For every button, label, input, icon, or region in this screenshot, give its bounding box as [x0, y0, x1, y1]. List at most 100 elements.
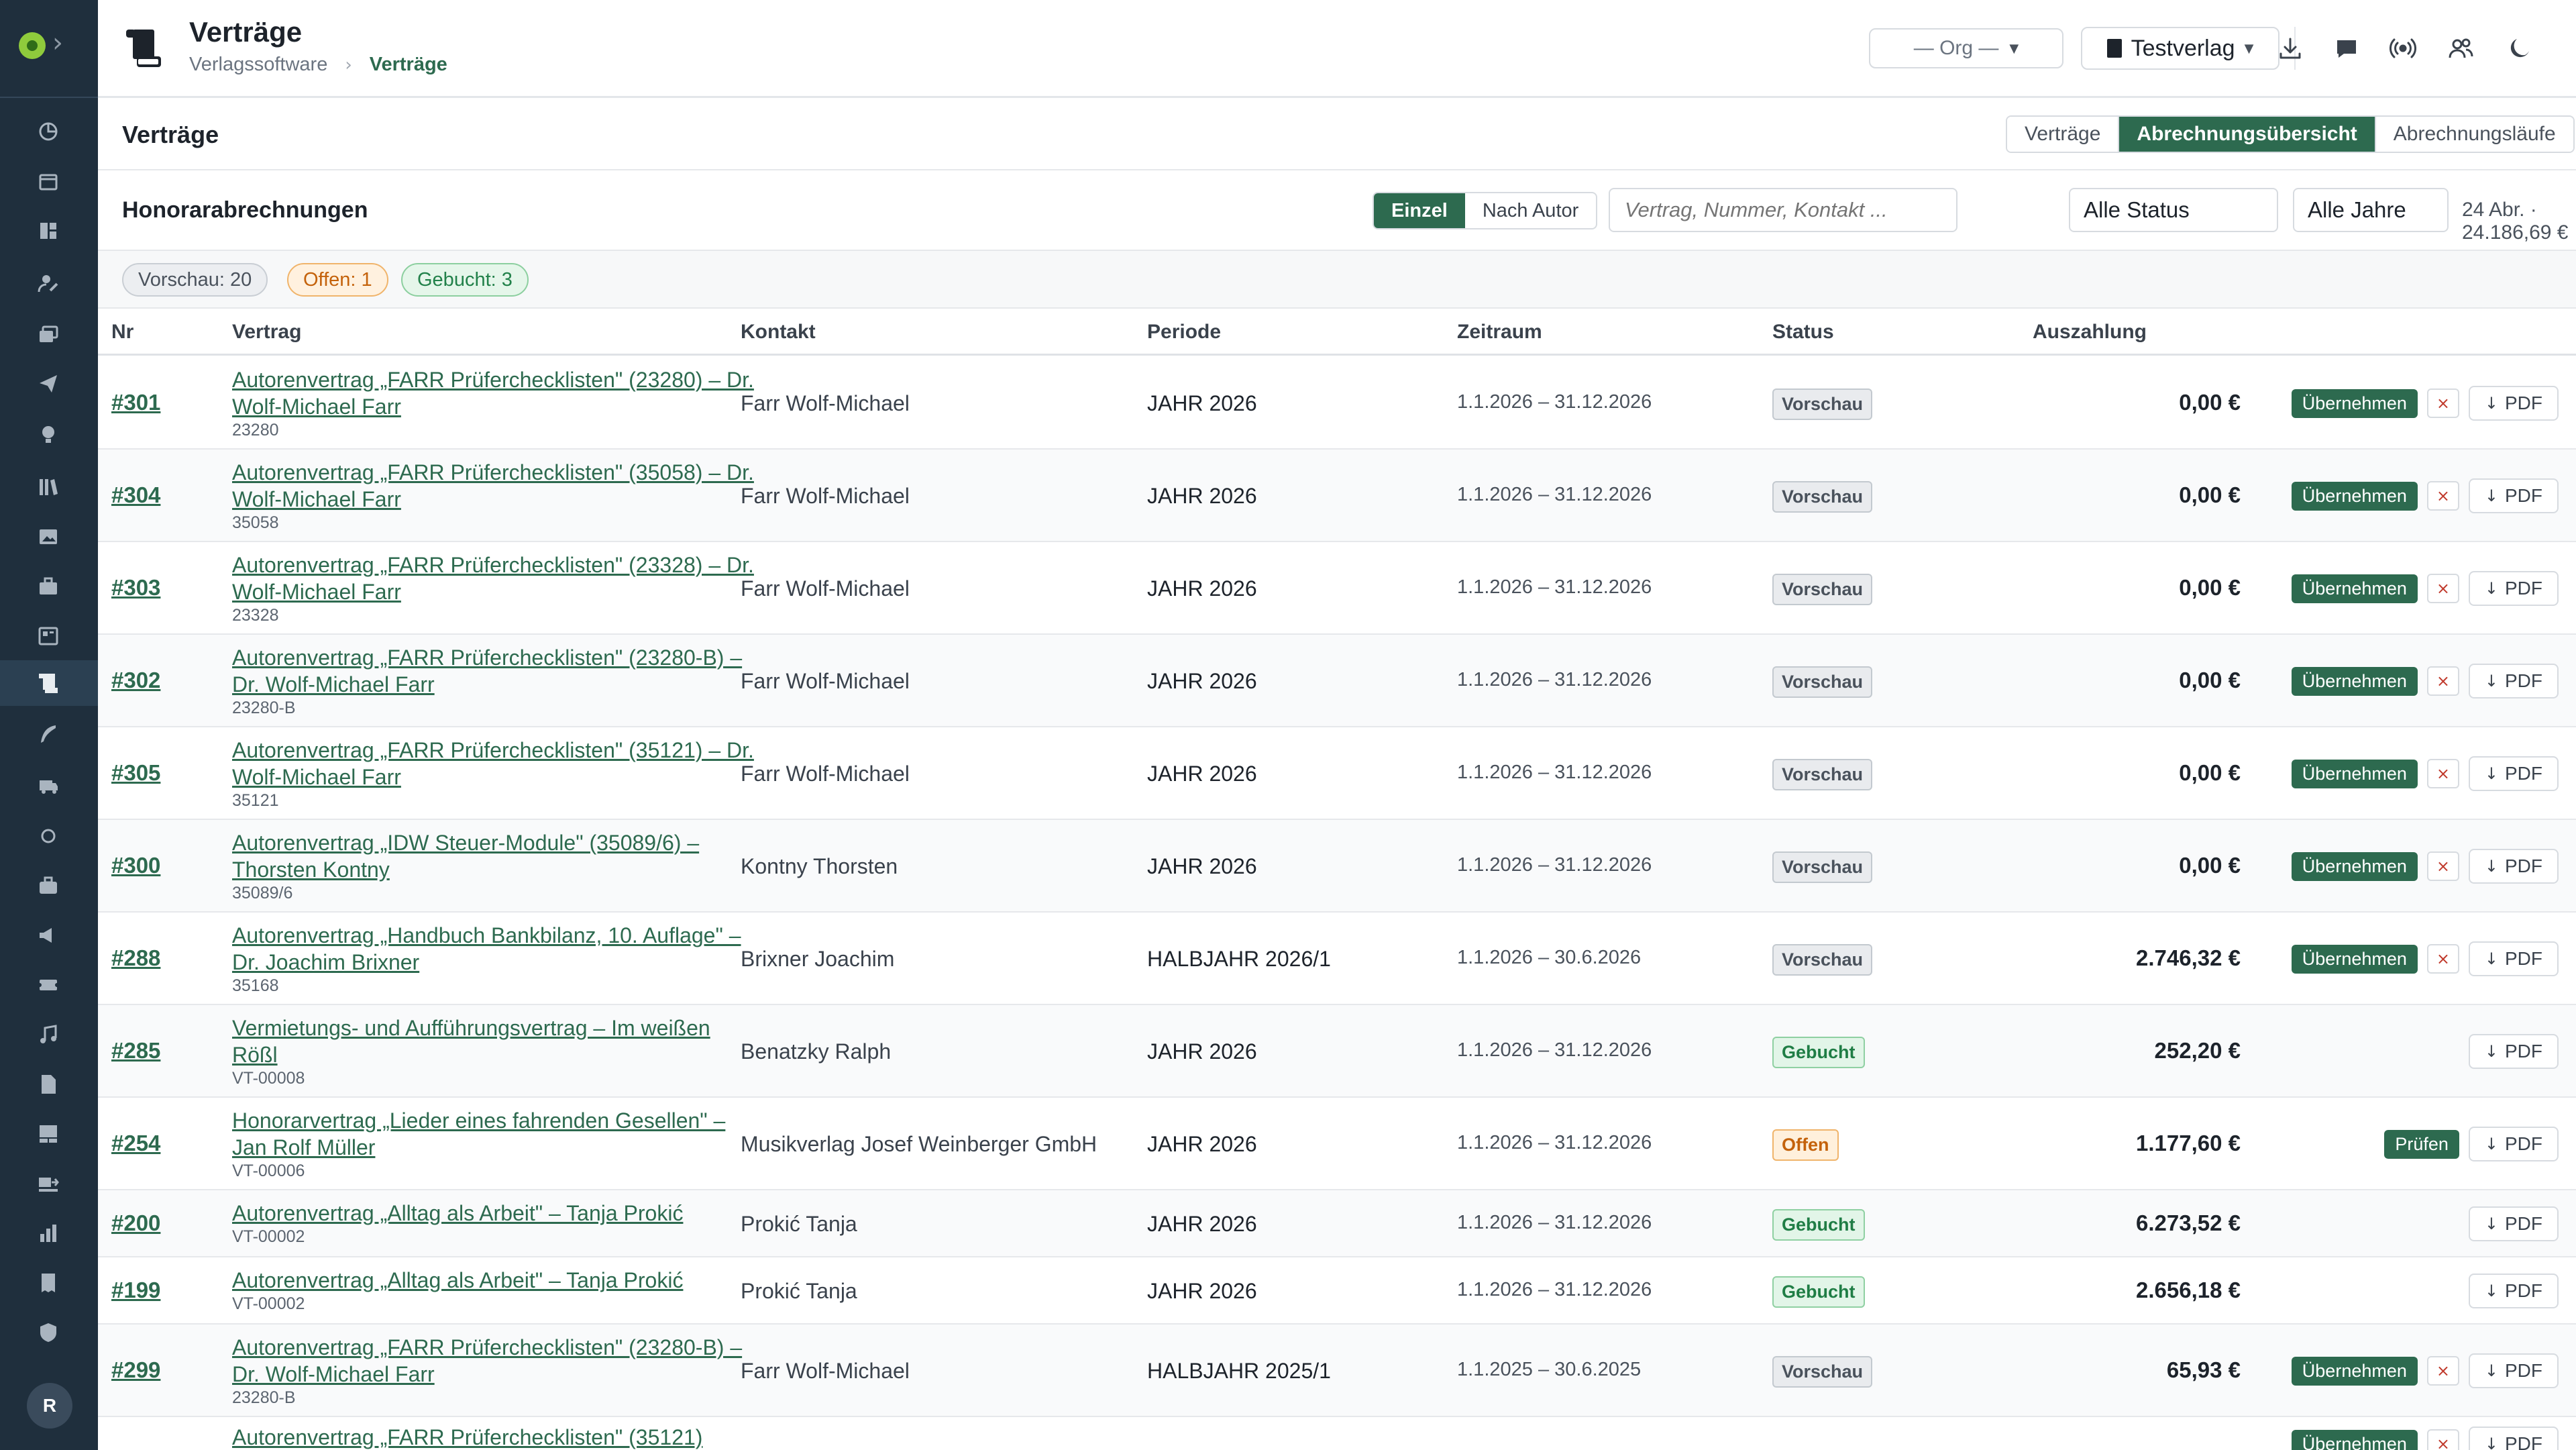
pie-chart-icon[interactable] — [35, 118, 62, 145]
users-icon[interactable] — [2446, 34, 2475, 63]
contract-link[interactable]: Autorenvertrag „FARR Prüferchecklisten" … — [232, 1424, 755, 1450]
board-icon[interactable] — [35, 623, 62, 650]
download-icon[interactable] — [2275, 34, 2305, 63]
image-icon[interactable] — [35, 523, 62, 550]
contract-link[interactable]: Autorenvertrag „IDW Steuer-Module" (3508… — [232, 829, 755, 883]
column-header-zeitraum[interactable]: Zeitraum — [1457, 321, 1542, 344]
table-row[interactable]: #200 Autorenvertrag „Alltag als Arbeit" –… — [98, 1190, 2576, 1257]
broadcast-icon[interactable] — [2388, 34, 2418, 63]
pdf-download-button[interactable]: ↓ PDF — [2468, 1353, 2559, 1388]
accept-button[interactable]: Übernehmen — [2291, 666, 2418, 696]
column-header-status[interactable]: Status — [1772, 321, 1834, 344]
delete-icon[interactable]: × — [2426, 944, 2459, 974]
contract-link[interactable]: Autorenvertrag „FARR Prüferchecklisten" … — [232, 366, 755, 420]
accept-button[interactable]: Übernehmen — [2291, 481, 2418, 511]
delete-icon[interactable]: × — [2426, 1429, 2459, 1450]
contract-link[interactable]: Autorenvertrag „FARR Prüferchecklisten" … — [232, 459, 755, 513]
contract-link[interactable]: Autorenvertrag „FARR Prüferchecklisten" … — [232, 552, 755, 605]
contract-number-link[interactable]: #288 — [111, 945, 160, 971]
moon-icon[interactable] — [2505, 34, 2534, 63]
accept-button[interactable]: Übernehmen — [2291, 389, 2418, 418]
breadcrumb-item-software[interactable]: Verlagssoftware — [189, 54, 327, 76]
column-header-vertrag[interactable]: Vertrag — [232, 321, 301, 344]
user-edit-icon[interactable] — [35, 270, 62, 297]
truck-loading-icon[interactable] — [35, 1170, 62, 1197]
column-header-periode[interactable]: Periode — [1147, 321, 1221, 344]
truck-icon[interactable] — [35, 772, 62, 798]
year-filter-select[interactable]: Alle Jahre — [2293, 188, 2449, 232]
contract-number-link[interactable]: #254 — [111, 1131, 160, 1156]
table-row[interactable]: #299 Autorenvertrag „FARR Prüferchecklist… — [98, 1325, 2576, 1417]
contract-number-link[interactable]: #299 — [111, 1357, 160, 1383]
pdf-download-button[interactable]: ↓ PDF — [2468, 941, 2559, 976]
pdf-download-button[interactable]: ↓ PDF — [2468, 1206, 2559, 1241]
contract-number-link[interactable]: #304 — [111, 482, 160, 508]
pill-open[interactable]: Offen: 1 — [287, 263, 388, 297]
accept-button[interactable]: Übernehmen — [2291, 574, 2418, 603]
delete-icon[interactable]: × — [2426, 851, 2459, 881]
column-header-nr[interactable]: Nr — [111, 321, 133, 344]
delete-icon[interactable]: × — [2426, 389, 2459, 418]
library-icon[interactable] — [35, 474, 62, 501]
receipt-icon[interactable] — [35, 1270, 62, 1296]
table-row[interactable]: Autorenvertrag „FARR Prüferchecklisten" … — [98, 1417, 2576, 1450]
check-button[interactable]: Prüfen — [2384, 1129, 2459, 1159]
chat-icon[interactable] — [2332, 34, 2361, 63]
tab-vertraege[interactable]: Verträge — [2007, 117, 2120, 152]
contract-number-link[interactable]: #199 — [111, 1278, 160, 1303]
contract-link[interactable]: Autorenvertrag „Alltag als Arbeit" – Tan… — [232, 1267, 755, 1294]
pdf-download-button[interactable]: ↓ PDF — [2468, 571, 2559, 606]
table-row[interactable]: #303 Autorenvertrag „FARR Prüferchecklist… — [98, 542, 2576, 635]
scroll-icon[interactable] — [35, 670, 62, 696]
tab-abrechnungsuebersicht[interactable]: Abrechnungsübersicht — [2119, 117, 2376, 152]
contract-link[interactable]: Honorarvertrag „Lieder eines fahrenden G… — [232, 1107, 755, 1161]
briefcase-icon[interactable] — [35, 573, 62, 600]
warehouse-icon[interactable] — [35, 1121, 62, 1147]
table-row[interactable]: #285 Vermietungs- und Aufführungsvertrag … — [98, 1005, 2576, 1098]
accept-button[interactable]: Übernehmen — [2291, 759, 2418, 788]
tab-abrechnungslaeufe[interactable]: Abrechnungsläufe — [2375, 117, 2573, 152]
pdf-download-button[interactable]: ↓ PDF — [2468, 1127, 2559, 1161]
pdf-download-button[interactable]: ↓ PDF — [2468, 1427, 2559, 1450]
contract-link[interactable]: Autorenvertrag „FARR Prüferchecklisten" … — [232, 737, 755, 790]
table-row[interactable]: #301 Autorenvertrag „FARR Prüferchecklist… — [98, 357, 2576, 450]
bar-chart-icon[interactable] — [35, 1220, 62, 1247]
contract-link[interactable]: Autorenvertrag „Alltag als Arbeit" – Tan… — [232, 1200, 755, 1227]
table-row[interactable]: #288 Autorenvertrag „Handbuch Bankbilanz,… — [98, 913, 2576, 1005]
feather-icon[interactable] — [35, 721, 62, 747]
contract-number-link[interactable]: #301 — [111, 390, 160, 415]
contract-link[interactable]: Autorenvertrag „FARR Prüferchecklisten" … — [232, 644, 755, 698]
accept-button[interactable]: Übernehmen — [2291, 1429, 2418, 1450]
contract-number-link[interactable]: #305 — [111, 760, 160, 786]
shield-icon[interactable] — [35, 1319, 62, 1346]
avatar[interactable]: R — [27, 1383, 72, 1429]
pdf-download-button[interactable]: ↓ PDF — [2468, 1034, 2559, 1069]
delete-icon[interactable]: × — [2426, 481, 2459, 511]
contract-link[interactable]: Autorenvertrag „FARR Prüferchecklisten" … — [232, 1334, 755, 1388]
pdf-download-button[interactable]: ↓ PDF — [2468, 664, 2559, 698]
accept-button[interactable]: Übernehmen — [2291, 944, 2418, 974]
delete-icon[interactable]: × — [2426, 574, 2459, 603]
accept-button[interactable]: Übernehmen — [2291, 851, 2418, 881]
pdf-download-button[interactable]: ↓ PDF — [2468, 478, 2559, 513]
contract-link[interactable]: Vermietungs- und Aufführungsvertrag – Im… — [232, 1015, 755, 1068]
org-select[interactable]: — Org — ▼ — [1869, 28, 2063, 68]
contract-number-link[interactable]: #200 — [111, 1210, 160, 1236]
app-logo[interactable] — [19, 32, 46, 59]
table-row[interactable]: #199 Autorenvertrag „Alltag als Arbeit" –… — [98, 1257, 2576, 1325]
status-filter-select[interactable]: Alle Status — [2069, 188, 2278, 232]
delete-icon[interactable]: × — [2426, 1356, 2459, 1386]
file-icon[interactable] — [35, 1071, 62, 1098]
dashboard-icon[interactable] — [35, 217, 62, 244]
contract-link[interactable]: Autorenvertrag „Handbuch Bankbilanz, 10.… — [232, 922, 755, 976]
pdf-download-button[interactable]: ↓ PDF — [2468, 849, 2559, 884]
delete-icon[interactable]: × — [2426, 759, 2459, 788]
search-input[interactable] — [1609, 188, 1957, 232]
table-row[interactable]: #300 Autorenvertrag „IDW Steuer-Module" (… — [98, 820, 2576, 913]
table-row[interactable]: #254 Honorarvertrag „Lieder eines fahrend… — [98, 1098, 2576, 1190]
circle-icon[interactable] — [35, 823, 62, 849]
pdf-download-button[interactable]: ↓ PDF — [2468, 386, 2559, 421]
contract-number-link[interactable]: #300 — [111, 853, 160, 878]
lightbulb-icon[interactable] — [35, 421, 62, 448]
mode-single-button[interactable]: Einzel — [1374, 193, 1465, 228]
